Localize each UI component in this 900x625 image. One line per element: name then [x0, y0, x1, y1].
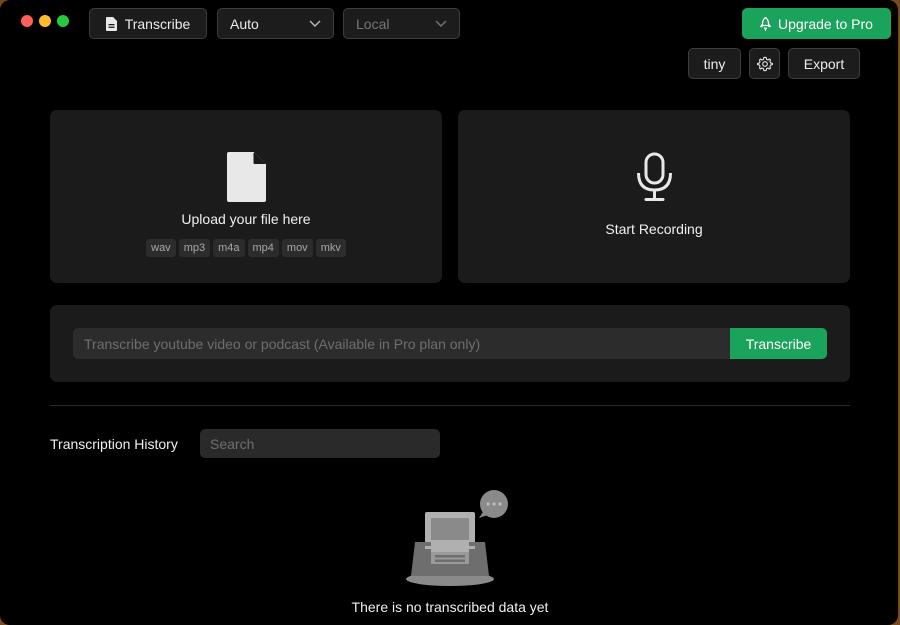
model-label: tiny: [703, 55, 726, 72]
upload-file-card[interactable]: Upload your file here wav mp3 m4a mp4 mo…: [50, 110, 442, 283]
rocket-icon: [760, 16, 772, 31]
upgrade-to-pro-label: Upgrade to Pro: [778, 15, 873, 32]
history-title: Transcription History: [50, 436, 178, 452]
format-chip: mov: [281, 239, 313, 257]
youtube-url-input[interactable]: [73, 328, 730, 359]
history-search-input[interactable]: [200, 429, 440, 458]
export-button[interactable]: Export: [788, 48, 860, 79]
engine-select-value: Local: [356, 15, 390, 32]
transcribe-file-button[interactable]: Transcribe: [89, 8, 207, 39]
upgrade-to-pro-button[interactable]: Upgrade to Pro: [742, 8, 891, 39]
format-list: wav mp3 m4a mp4 mov mkv: [50, 239, 442, 257]
format-chip: mp4: [247, 239, 279, 257]
format-chip: mkv: [315, 239, 346, 257]
upload-title: Upload your file here: [181, 211, 311, 227]
app-window: Transcribe Auto Local Upgrade to Pro tin…: [0, 0, 898, 625]
model-button[interactable]: tiny: [688, 48, 741, 79]
youtube-transcribe-label: Transcribe: [745, 335, 812, 352]
empty-inbox-illustration: [406, 490, 508, 586]
window-controls: [21, 15, 69, 27]
minimize-window-button[interactable]: [39, 15, 51, 27]
close-window-button[interactable]: [21, 15, 33, 27]
chevron-down-icon: [435, 20, 447, 27]
format-chip: wav: [146, 239, 176, 257]
engine-select[interactable]: Local: [343, 8, 460, 39]
file-icon: [227, 152, 266, 202]
divider: [50, 405, 850, 406]
language-select[interactable]: Auto: [217, 8, 334, 39]
youtube-transcribe-button[interactable]: Transcribe: [730, 328, 827, 359]
format-chip: mp3: [178, 239, 211, 257]
chevron-down-icon: [309, 20, 321, 27]
export-label: Export: [803, 55, 845, 72]
language-select-value: Auto: [230, 15, 259, 32]
empty-state-text: There is no transcribed data yet: [351, 599, 549, 615]
zoom-window-button[interactable]: [57, 15, 69, 27]
format-chip: m4a: [213, 239, 245, 257]
file-icon: [105, 16, 117, 31]
gear-icon: [756, 56, 773, 71]
transcribe-file-label: Transcribe: [124, 15, 191, 32]
start-recording-card[interactable]: Start Recording: [458, 110, 850, 283]
microphone-icon: [637, 152, 672, 201]
settings-button[interactable]: [749, 48, 780, 79]
recording-title: Start Recording: [605, 221, 703, 237]
